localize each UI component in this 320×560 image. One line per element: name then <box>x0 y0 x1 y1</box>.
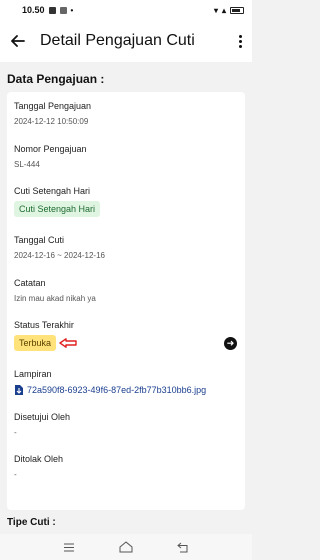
page-title: Detail Pengajuan Cuti <box>40 32 195 49</box>
field-label: Status Terakhir <box>14 320 74 330</box>
more-vert-dot <box>238 44 242 48</box>
field-value: Izin mau akad nikah ya <box>14 293 96 303</box>
field-label: Catatan <box>14 277 46 288</box>
field-value: - <box>14 427 17 437</box>
field-label: Tanggal Cuti <box>14 235 65 245</box>
recent-apps-button[interactable] <box>61 539 77 555</box>
field-catatan: Catatan Izin mau akad nikah ya <box>14 275 238 318</box>
home-button[interactable] <box>118 539 134 555</box>
status-right: ▾ ▴ <box>214 6 244 15</box>
menu-lines-icon <box>63 543 74 551</box>
back-nav-icon <box>177 542 188 552</box>
field-label: Tanggal Pengajuan <box>14 101 92 111</box>
field-value: 2024-12-16 ~ 2024-12-16 <box>14 251 105 260</box>
attachment-link[interactable]: 72a590f8-6923-49f6-87ed-2fb77b310bb6.jpg <box>14 384 238 396</box>
attachment-filename[interactable]: 72a590f8-6923-49f6-87ed-2fb77b310bb6.jpg <box>27 385 206 395</box>
status-row: Terbuka ➜ <box>14 335 238 351</box>
more-vert-dot <box>238 39 242 43</box>
arrow-right-circle-icon[interactable]: ➜ <box>224 336 237 350</box>
section-title: Data Pengajuan : <box>7 72 105 86</box>
dot-icon: • <box>70 5 74 15</box>
status-left: 10.50 • <box>22 5 73 15</box>
detail-card: Tanggal Pengajuan 2024-12-12 10:50:09 No… <box>7 92 245 510</box>
field-tanggal-pengajuan: Tanggal Pengajuan 2024-12-12 10:50:09 <box>14 98 238 141</box>
more-vert-icon <box>238 34 242 38</box>
status-badge: Terbuka <box>14 335 57 351</box>
back-nav-button[interactable] <box>175 539 191 555</box>
app-bar: Detail Pengajuan Cuti <box>0 20 252 62</box>
status-time: 10.50 <box>22 5 45 15</box>
back-button[interactable] <box>0 20 36 62</box>
field-value: 2024-12-12 10:50:09 <box>14 117 89 126</box>
field-label: Disetujui Oleh <box>14 411 71 422</box>
signal-icon: ▴ <box>221 5 226 15</box>
field-label: Lampiran <box>14 369 52 379</box>
back-arrow-icon <box>11 35 25 47</box>
field-value: SL-444 <box>14 159 40 169</box>
annotation-arrow-icon <box>59 338 77 348</box>
field-value: - <box>14 470 17 479</box>
download-file-icon <box>15 385 23 395</box>
field-label: Cuti Setengah Hari <box>14 186 91 196</box>
tipe-cuti-title: Tipe Cuti : <box>7 517 56 528</box>
field-ditolak-oleh: Ditolak Oleh - <box>14 451 238 494</box>
field-tanggal-cuti: Tanggal Cuti 2024-12-16 ~ 2024-12-16 <box>14 232 238 275</box>
half-day-badge: Cuti Setengah Hari <box>14 201 101 217</box>
system-nav-bar <box>0 534 252 560</box>
battery-icon <box>230 6 244 14</box>
status-bar: 10.50 • ▾ ▴ <box>0 0 252 20</box>
field-status-terakhir: Status Terakhir Terbuka ➜ <box>14 317 238 366</box>
app-notification-icon <box>59 6 67 14</box>
wifi-icon: ▾ <box>213 5 218 15</box>
notification-icon <box>48 6 56 14</box>
field-label: Ditolak Oleh <box>14 454 64 464</box>
field-nomor-pengajuan: Nomor Pengajuan SL-444 <box>14 141 238 184</box>
more-menu-button[interactable] <box>228 20 252 62</box>
field-cuti-setengah-hari: Cuti Setengah Hari Cuti Setengah Hari <box>14 183 238 232</box>
field-lampiran: Lampiran 72a590f8-6923-49f6-87ed-2fb77b3… <box>14 366 238 409</box>
field-label: Nomor Pengajuan <box>14 143 87 154</box>
status-left-wrap: Terbuka <box>14 335 77 351</box>
field-disetujui-oleh: Disetujui Oleh - <box>14 409 238 452</box>
home-icon <box>119 541 133 553</box>
